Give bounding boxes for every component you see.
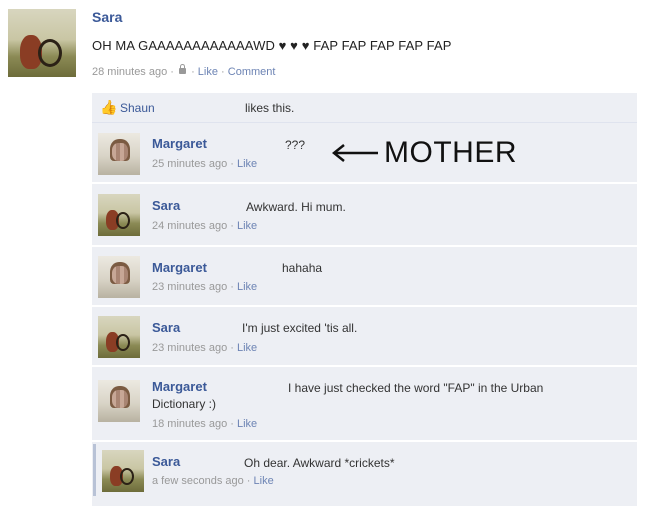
comment-meta: 25 minutes ago · Like bbox=[152, 158, 258, 170]
comment-text: I'm just excited 'tis all. bbox=[242, 321, 358, 335]
comment-like-link[interactable]: Like bbox=[254, 475, 274, 487]
commenter-name[interactable]: Margaret bbox=[152, 260, 207, 275]
liker-name[interactable]: Shaun bbox=[120, 101, 155, 115]
comment-item: Sara Oh dear. Awkward *crickets* a few s… bbox=[92, 442, 637, 504]
comment-like-link[interactable]: Like bbox=[237, 418, 257, 430]
post-comment-link[interactable]: Comment bbox=[228, 66, 276, 78]
comment-text-continued: Dictionary :) bbox=[152, 397, 217, 411]
post-like-link[interactable]: Like bbox=[198, 66, 218, 78]
commenter-name[interactable]: Sara bbox=[152, 320, 180, 335]
annotation: MOTHER bbox=[330, 136, 517, 170]
comment-text: hahaha bbox=[282, 261, 323, 275]
commenter-name[interactable]: Sara bbox=[152, 454, 180, 469]
poster-avatar[interactable] bbox=[8, 9, 76, 77]
comment-text: Oh dear. Awkward *crickets* bbox=[244, 456, 395, 470]
poster-name[interactable]: Sara bbox=[92, 9, 122, 25]
comment-timestamp[interactable]: 25 minutes ago bbox=[152, 158, 227, 170]
news-feed-story: Sara OH MA GAAAAAAAAAAAAWD ♥ ♥ ♥ FAP FAP… bbox=[0, 0, 650, 506]
commenter-avatar[interactable] bbox=[98, 194, 140, 236]
commenter-name[interactable]: Margaret bbox=[152, 136, 207, 151]
annotation-text: MOTHER bbox=[384, 136, 517, 169]
comment-meta: a few seconds ago · Like bbox=[152, 475, 274, 487]
comment-meta: 23 minutes ago · Like bbox=[152, 281, 258, 293]
comment-meta: 18 minutes ago · Like bbox=[152, 418, 258, 430]
new-comment-marker bbox=[93, 444, 96, 496]
arrow-left-icon bbox=[331, 144, 378, 162]
post-timestamp[interactable]: 28 minutes ago bbox=[92, 66, 167, 78]
commenter-avatar[interactable] bbox=[98, 316, 140, 358]
comment-like-link[interactable]: Like bbox=[237, 158, 257, 170]
comment-item: Sara Awkward. Hi mum. 24 minutes ago · L… bbox=[92, 184, 637, 247]
comment-like-link[interactable]: Like bbox=[237, 220, 257, 232]
comment-item: Sara I'm just excited 'tis all. 23 minut… bbox=[92, 307, 637, 367]
likes-row: 👍 Shaun likes this. bbox=[92, 93, 637, 123]
comment-item: Margaret I have just checked the word "F… bbox=[92, 367, 637, 442]
comment-timestamp[interactable]: 23 minutes ago bbox=[152, 342, 227, 354]
likes-text: likes this. bbox=[245, 101, 295, 115]
comment-timestamp[interactable]: a few seconds ago bbox=[152, 475, 244, 487]
comment-meta: 24 minutes ago · Like bbox=[152, 220, 258, 232]
comment-like-link[interactable]: Like bbox=[237, 342, 257, 354]
commenter-name[interactable]: Margaret bbox=[152, 379, 207, 394]
comment-text: ??? bbox=[285, 138, 306, 152]
lock-icon bbox=[179, 64, 187, 74]
commenter-avatar[interactable] bbox=[98, 133, 140, 175]
comment-timestamp[interactable]: 18 minutes ago bbox=[152, 418, 227, 430]
comment-like-link[interactable]: Like bbox=[237, 281, 257, 293]
comment-item: Margaret hahaha 23 minutes ago · Like bbox=[92, 247, 637, 307]
post-meta: 28 minutes ago · · Like · Comment bbox=[92, 64, 276, 78]
thumbs-up-icon: 👍 bbox=[100, 99, 118, 115]
comment-text: I have just checked the word "FAP" in th… bbox=[288, 381, 544, 395]
commenter-avatar[interactable] bbox=[98, 256, 140, 298]
comment-timestamp[interactable]: 24 minutes ago bbox=[152, 220, 227, 232]
comment-text: Awkward. Hi mum. bbox=[246, 200, 346, 214]
comment-meta: 23 minutes ago · Like bbox=[152, 342, 258, 354]
commenter-name[interactable]: Sara bbox=[152, 198, 180, 213]
status-text: OH MA GAAAAAAAAAAAAWD ♥ ♥ ♥ FAP FAP FAP … bbox=[92, 38, 452, 53]
commenter-avatar[interactable] bbox=[98, 380, 140, 422]
comment-timestamp[interactable]: 23 minutes ago bbox=[152, 281, 227, 293]
commenter-avatar[interactable] bbox=[102, 450, 144, 492]
